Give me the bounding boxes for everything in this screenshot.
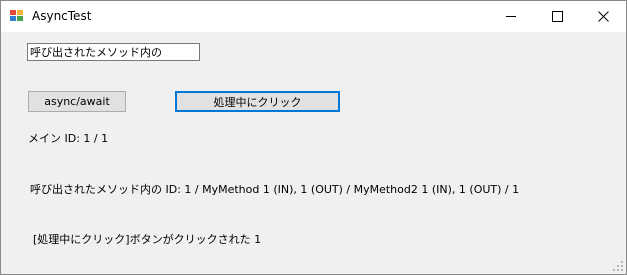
- method-id-label: 呼び出されたメソッド内の ID: 1 / MyMethod 1 (IN), 1 …: [30, 183, 520, 196]
- form-client-area: 呼び出されたメソッド内の async/await 処理中にクリック メイン ID…: [1, 32, 626, 274]
- title-bar[interactable]: AsyncTest: [1, 1, 626, 32]
- maximize-button[interactable]: [534, 1, 580, 32]
- close-button[interactable]: [580, 1, 626, 32]
- main-id-label: メイン ID: 1 / 1: [28, 132, 109, 145]
- resize-grip-icon[interactable]: [612, 260, 624, 272]
- close-icon: [597, 11, 609, 22]
- winforms-app-icon: [10, 10, 24, 22]
- minimize-icon: [505, 11, 517, 22]
- method-text-input[interactable]: 呼び出されたメソッド内の: [27, 43, 200, 61]
- async-await-button[interactable]: async/await: [28, 91, 126, 112]
- window-title: AsyncTest: [32, 9, 92, 23]
- minimize-button[interactable]: [488, 1, 534, 32]
- app-window: AsyncTest 呼び出されたメソッド内の async/await 処理中にク…: [0, 0, 627, 275]
- click-while-processing-button[interactable]: 処理中にクリック: [175, 91, 340, 112]
- button-clicked-label: [処理中にクリック]ボタンがクリックされた 1: [33, 233, 262, 246]
- maximize-icon: [551, 11, 563, 22]
